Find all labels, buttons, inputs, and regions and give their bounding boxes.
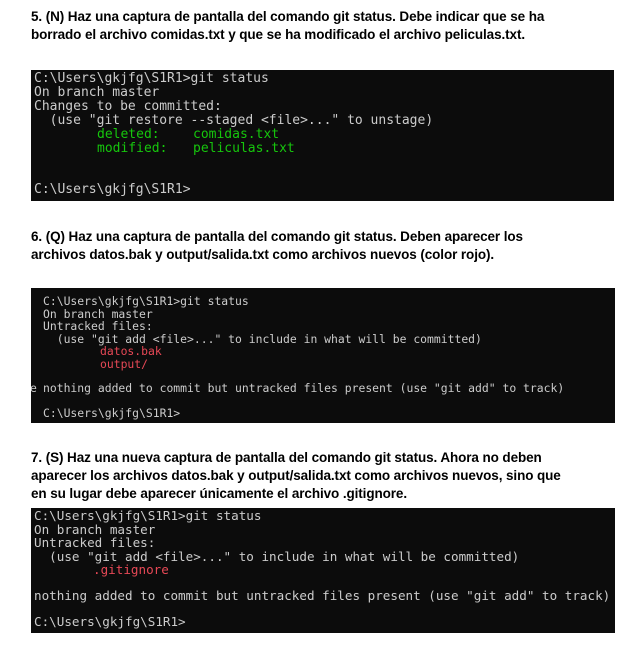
terminal-2-untracked-file-2: output/ <box>100 356 149 371</box>
terminal-1-prompt: C:\Users\gkjfg\S1R1> <box>34 182 191 197</box>
terminal-2-nothing-added: nothing added to commit but untracked fi… <box>43 381 565 395</box>
terminal-3-untracked-file: .gitignore <box>93 562 169 577</box>
question-6-line-2: archivos datos.bak y output/salida.txt c… <box>31 247 495 262</box>
terminal-3-hint: (use "git add <file>..." to include in w… <box>34 548 520 564</box>
terminal-1-modified-file: peliculas.txt <box>193 141 295 156</box>
terminal-screenshot-2: C:\Users\gkjfg\S1R1>git status On branch… <box>31 288 615 423</box>
terminal-screenshot-1: C:\Users\gkjfg\S1R1>git status On branch… <box>31 70 614 201</box>
question-5-line-1: 5. (N) Haz una captura de pantalla del c… <box>31 9 545 24</box>
question-7-line-3: en su lugar debe aparecer únicamente el … <box>31 486 407 501</box>
terminal-2-untracked-file-1: datos.bak <box>100 344 162 358</box>
question-7: 7. (S) Haz una nueva captura de pantalla… <box>31 449 561 503</box>
question-6: 6. (Q) Haz una captura de pantalla del c… <box>31 228 523 264</box>
question-5-line-2: borrado el archivo comidas.txt y que se … <box>31 27 526 42</box>
terminal-3-branch: On branch master <box>34 521 156 537</box>
terminal-2-untracked-header: Untracked files: <box>43 319 153 333</box>
terminal-screenshot-3: C:\Users\gkjfg\S1R1>git status On branch… <box>31 508 615 633</box>
terminal-3-prompt: C:\Users\gkjfg\S1R1> <box>34 614 186 629</box>
terminal-3-command: C:\Users\gkjfg\S1R1>git status <box>34 508 262 523</box>
terminal-2-command: C:\Users\gkjfg\S1R1>git status <box>43 294 249 308</box>
question-7-line-1: 7. (S) Haz una nueva captura de pantalla… <box>31 450 542 465</box>
question-7-line-2: aparecer los archivos datos.bak y output… <box>31 468 561 483</box>
question-5: 5. (N) Haz una captura de pantalla del c… <box>31 8 544 44</box>
terminal-3-untracked-header: Untracked files: <box>34 535 156 550</box>
question-6-line-1: 6. (Q) Haz una captura de pantalla del c… <box>31 229 523 244</box>
terminal-2-prompt: C:\Users\gkjfg\S1R1> <box>43 406 181 420</box>
terminal-3-nothing-added: nothing added to commit but untracked fi… <box>34 588 611 603</box>
terminal-2-edge-char: e <box>31 381 37 395</box>
terminal-1-modified-label: modified: <box>97 141 168 156</box>
